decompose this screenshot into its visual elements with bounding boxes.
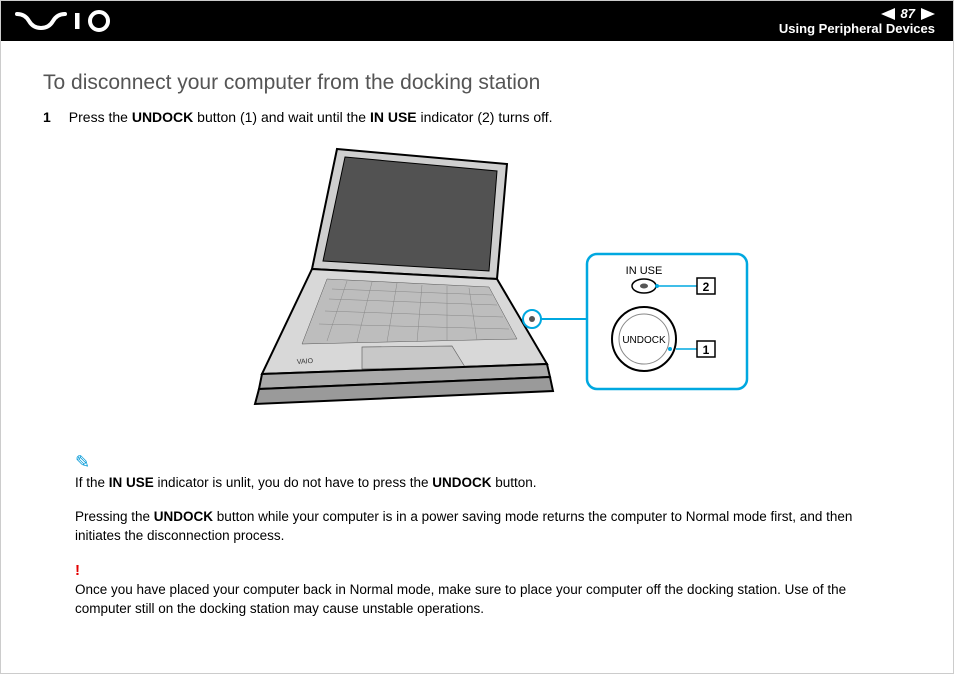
prev-page-arrow-icon[interactable] bbox=[881, 8, 895, 20]
undock-label: UNDOCK bbox=[622, 335, 666, 346]
warning-icon: ! bbox=[75, 560, 879, 582]
step-number: 1 bbox=[43, 109, 51, 125]
header-bar: 87 Using Peripheral Devices bbox=[1, 1, 953, 41]
step-1: 1 Press the UNDOCK button (1) and wait u… bbox=[43, 109, 911, 125]
section-title: To disconnect your computer from the doc… bbox=[43, 71, 911, 95]
note-3: Once you have placed your computer back … bbox=[75, 580, 879, 619]
figure: VAIO IN USE 2 UNDOCK bbox=[43, 139, 911, 419]
laptop-icon: VAIO bbox=[255, 149, 553, 404]
vaio-logo-icon bbox=[15, 10, 125, 32]
breadcrumb: Using Peripheral Devices bbox=[779, 21, 935, 36]
svg-text:VAIO: VAIO bbox=[297, 358, 314, 366]
callout-1: 1 bbox=[703, 343, 710, 357]
page-content: To disconnect your computer from the doc… bbox=[1, 41, 953, 619]
header-nav: 87 Using Peripheral Devices bbox=[779, 6, 935, 36]
note-1: If the IN USE indicator is unlit, you do… bbox=[75, 473, 879, 493]
note-pencil-icon: ✎ bbox=[75, 449, 879, 475]
note-2: Pressing the UNDOCK button while your co… bbox=[75, 507, 879, 546]
next-page-arrow-icon[interactable] bbox=[921, 8, 935, 20]
page-number: 87 bbox=[901, 6, 915, 21]
notes-section: ✎ If the IN USE indicator is unlit, you … bbox=[43, 449, 911, 619]
step-text: Press the UNDOCK button (1) and wait unt… bbox=[69, 109, 553, 125]
vaio-logo bbox=[1, 10, 125, 32]
laptop-dock-illustration: VAIO IN USE 2 UNDOCK bbox=[197, 139, 757, 419]
callout-2: 2 bbox=[703, 280, 710, 294]
inuse-label: IN USE bbox=[626, 265, 663, 277]
